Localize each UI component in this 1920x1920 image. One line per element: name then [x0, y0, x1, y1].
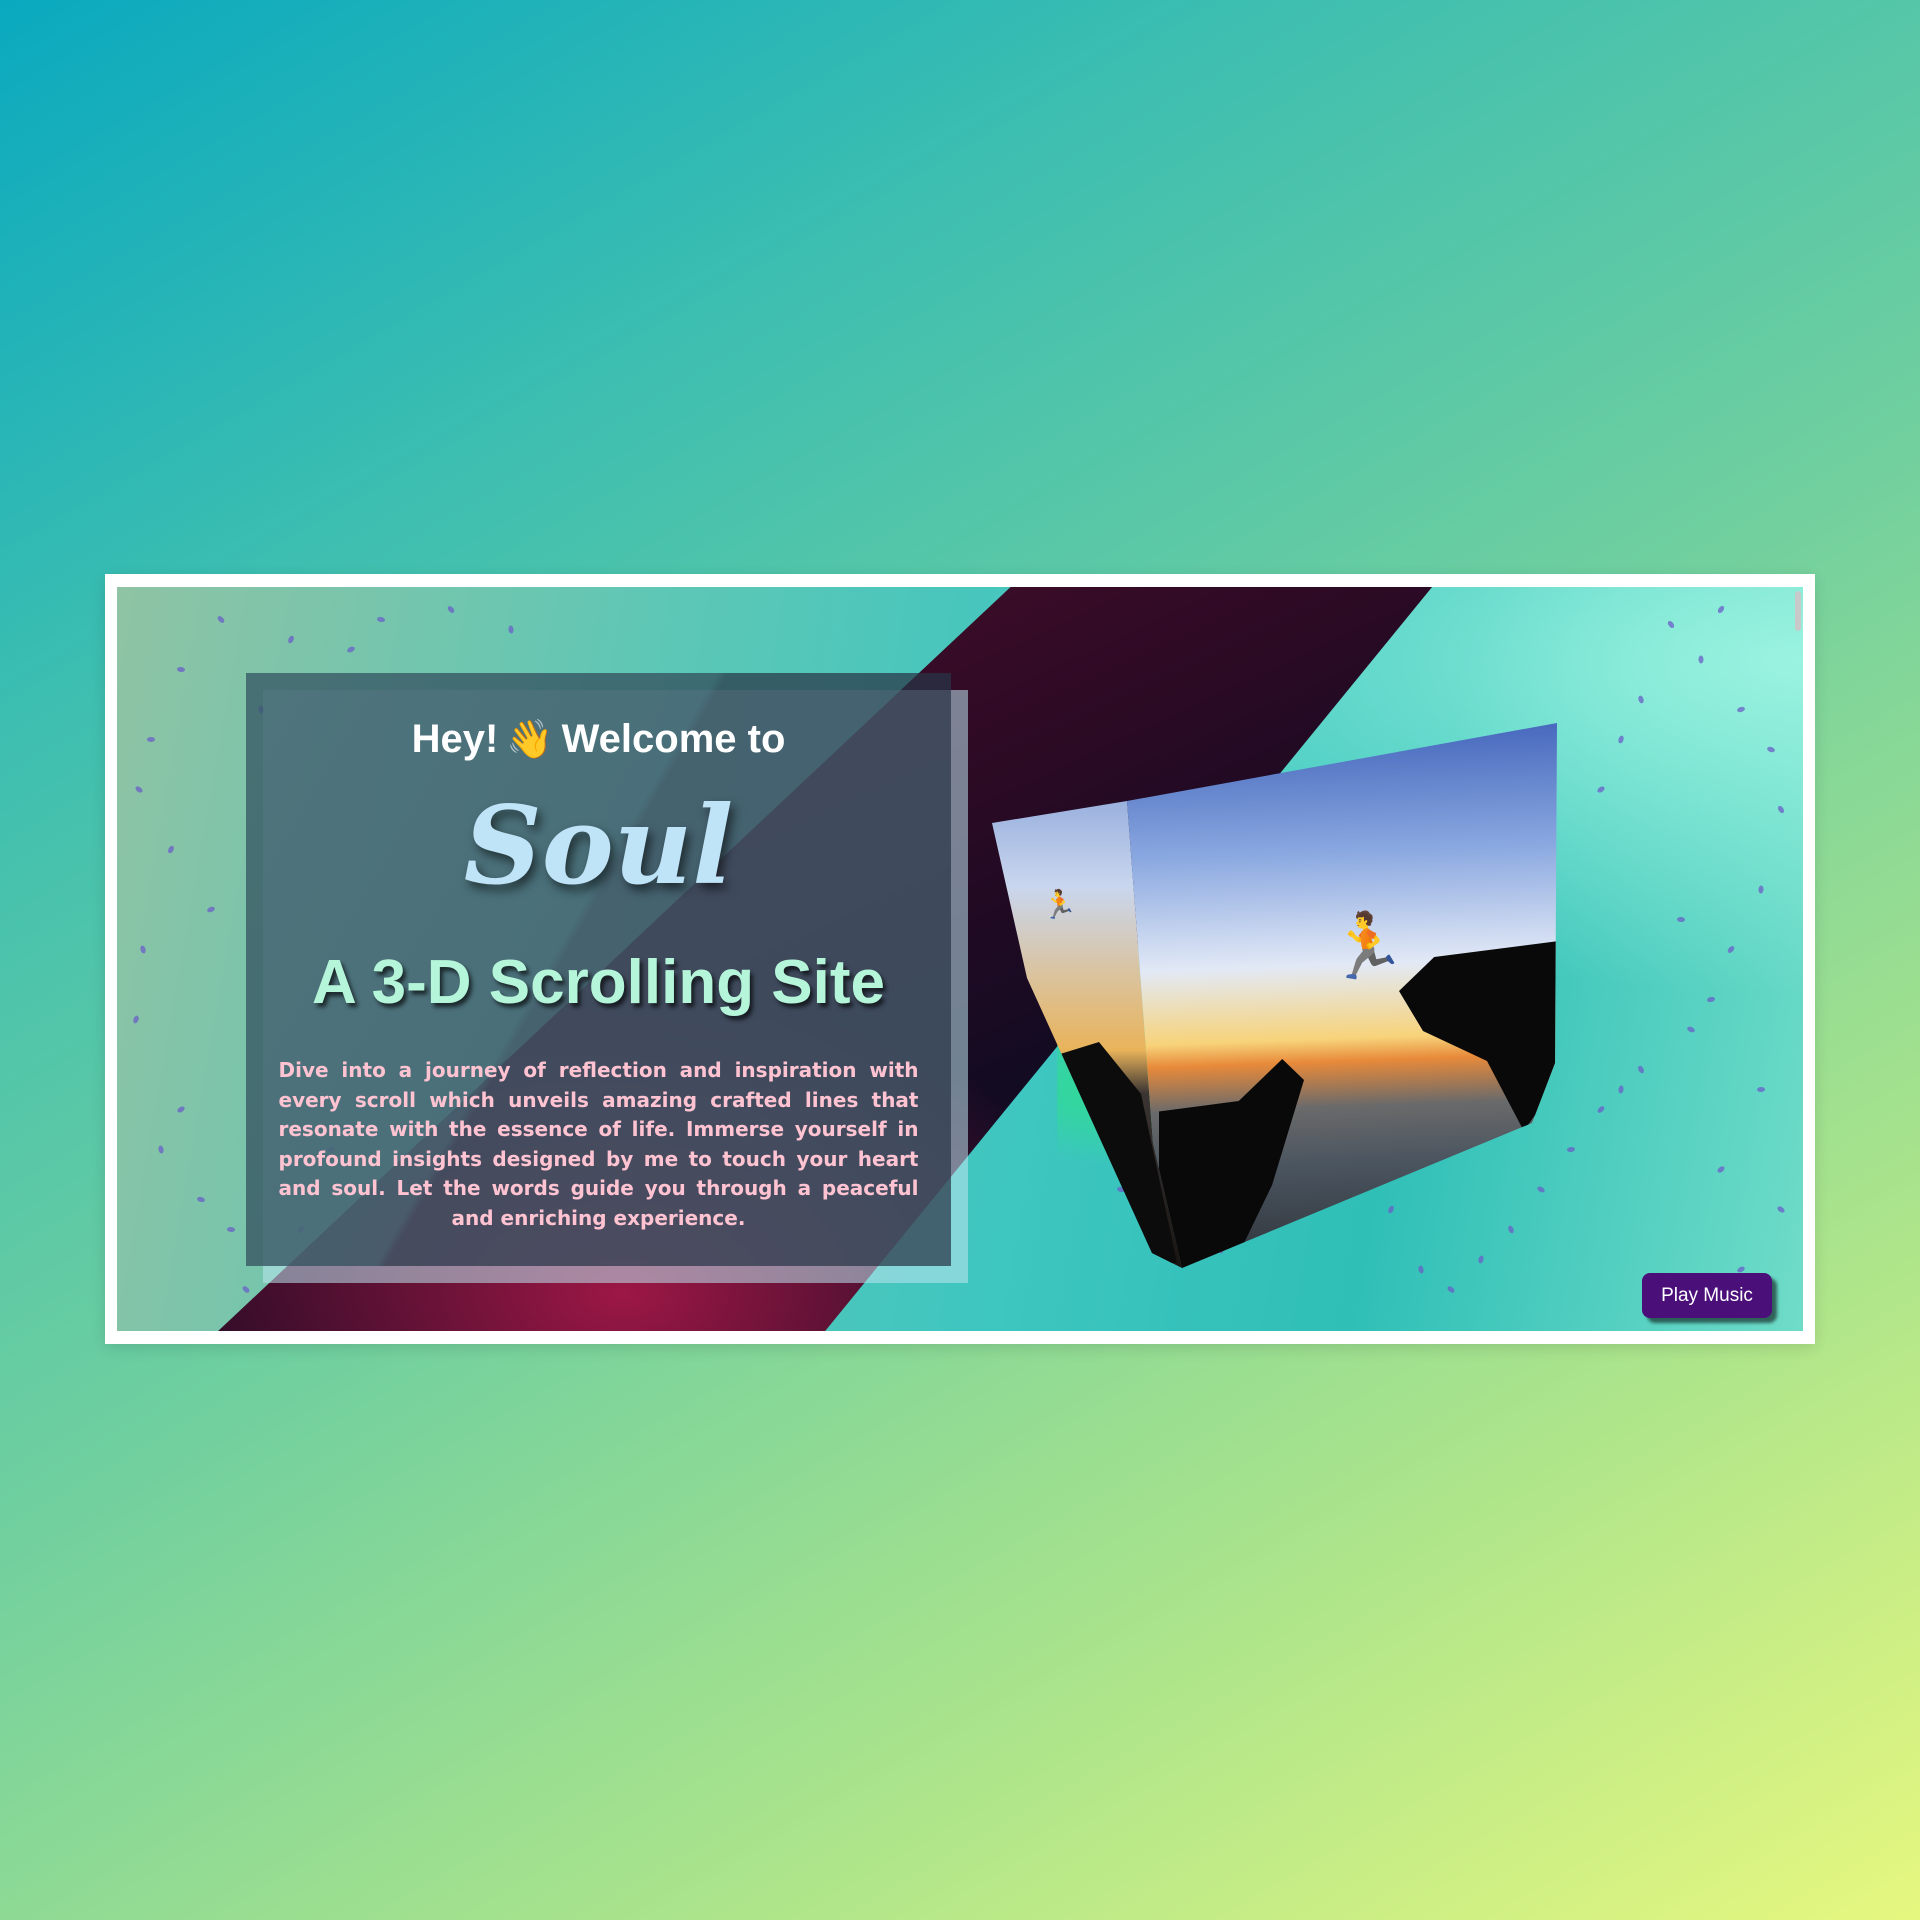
background-speck [1726, 944, 1736, 955]
background-speck [376, 616, 386, 623]
person-jumping-icon: 🏃 [1327, 910, 1407, 982]
background-speck [446, 604, 456, 615]
site-description: Dive into a journey of reflection and in… [278, 1058, 919, 1230]
background-speck [196, 1196, 206, 1203]
background-speck [1666, 619, 1676, 630]
background-speck [1706, 996, 1716, 1003]
background-speck [1637, 694, 1645, 705]
welcome-card: Hey! 👋 Welcome to Soul A 3-D Scrolling Sit… [246, 673, 951, 1266]
browser-frame: Hey! 👋 Welcome to Soul A 3-D Scrolling Sit… [105, 574, 1815, 1344]
background-speck [176, 1105, 186, 1114]
background-speck [1736, 705, 1746, 714]
background-speck [1596, 1104, 1606, 1115]
hero-viewport: Hey! 👋 Welcome to Soul A 3-D Scrolling Sit… [117, 587, 1803, 1331]
background-speck [1716, 604, 1726, 615]
background-speck [166, 844, 176, 855]
background-speck [1756, 1086, 1766, 1093]
site-subtitle: A 3-D Scrolling Site [311, 948, 885, 1018]
greeting-heading: Hey! 👋 Welcome to [246, 717, 951, 762]
greeting-prefix: Hey! [411, 717, 499, 761]
rotating-cube-image: 🏃 🏃 [987, 723, 1567, 1268]
person-jumping-icon: 🏃 [1042, 889, 1077, 920]
background-speck [1686, 1025, 1696, 1034]
greeting-suffix: Welcome to [561, 717, 786, 761]
background-speck [1758, 885, 1764, 894]
background-speck [132, 1014, 140, 1025]
play-music-button[interactable]: Play Music [1642, 1273, 1772, 1318]
background-speck [226, 1226, 236, 1233]
background-speck [1596, 785, 1606, 794]
background-speck [241, 1284, 251, 1295]
background-speck [157, 1145, 165, 1154]
background-speck [1716, 1165, 1726, 1174]
background-speck [1698, 655, 1704, 664]
background-speck [206, 905, 216, 914]
background-speck [139, 944, 147, 955]
brand-title: Soul [463, 783, 734, 909]
background-speck [1566, 1146, 1576, 1153]
scrollbar-thumb[interactable] [1795, 591, 1801, 631]
background-speck [1636, 1064, 1646, 1075]
cliff-silhouette-left [1159, 1059, 1304, 1268]
background-speck [1617, 734, 1625, 745]
background-speck [346, 645, 356, 654]
background-speck [134, 785, 144, 794]
background-speck [1446, 1285, 1456, 1294]
background-speck [286, 634, 296, 645]
background-speck [1776, 804, 1786, 815]
background-speck [1766, 745, 1776, 754]
background-speck [216, 614, 226, 625]
background-speck [176, 666, 186, 673]
background-speck [508, 625, 514, 634]
background-speck [1617, 1085, 1625, 1094]
waving-hand-icon: 👋 [506, 719, 554, 761]
cliff-silhouette-right [1399, 941, 1557, 1131]
background-speck [147, 737, 155, 742]
background-speck [1676, 916, 1686, 923]
background-speck [1776, 1205, 1786, 1214]
